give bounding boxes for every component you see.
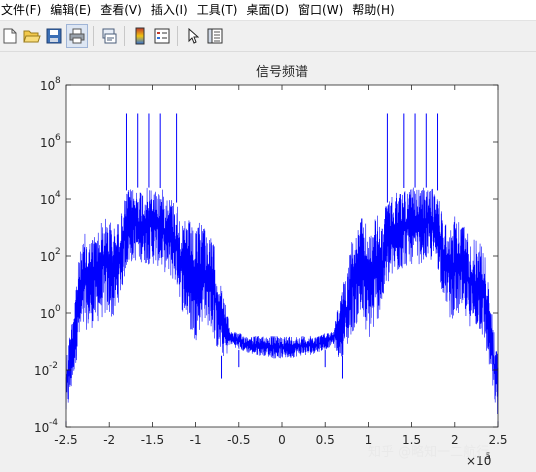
x-tick-label: -2.5 [54, 433, 77, 447]
y-tick-label-base: 10 [40, 136, 55, 150]
y-tick-label-base: 10 [40, 193, 55, 207]
y-tick-label-base: 10 [40, 250, 55, 264]
y-tick-label-base: 10 [40, 79, 55, 93]
figure-toolbar [0, 21, 536, 52]
y-tick-label-base: 10 [34, 421, 49, 435]
menu-view[interactable]: 查看(V) [99, 0, 150, 20]
menu-file[interactable]: 文件(F) [0, 0, 49, 20]
toolbar-separator [93, 26, 94, 46]
open-file-icon[interactable] [22, 25, 42, 47]
toolbar-separator [124, 26, 125, 46]
insert-legend-icon[interactable] [152, 25, 172, 47]
menu-insert[interactable]: 插入(I) [150, 0, 196, 20]
y-tick-label-power: -2 [49, 361, 58, 371]
toolbar-separator [177, 26, 178, 46]
x-tick-label: -2 [103, 433, 115, 447]
menu-window[interactable]: 窗口(W) [297, 0, 351, 20]
y-tick-label-power: 8 [55, 76, 61, 86]
save-icon[interactable] [44, 25, 64, 47]
plot-area [66, 85, 498, 427]
y-tick-label-power: 0 [55, 304, 61, 314]
menu-tools[interactable]: 工具(T) [196, 0, 246, 20]
menu-desktop[interactable]: 桌面(D) [245, 0, 297, 20]
y-tick-label-base: 10 [34, 364, 49, 378]
menu-edit[interactable]: 编辑(E) [49, 0, 99, 20]
x-tick-label: -1 [190, 433, 202, 447]
x-tick-label: 0.5 [316, 433, 335, 447]
chart-title: 信号频谱 [256, 65, 308, 80]
property-inspector-icon[interactable] [205, 25, 225, 47]
y-tick-label-power: -4 [49, 418, 58, 428]
menu-bar: 文件(F) 编辑(E) 查看(V) 插入(I) 工具(T) 桌面(D) 窗口(W… [0, 0, 536, 21]
y-tick-label-power: 6 [55, 133, 61, 143]
x-tick-label: 0 [278, 433, 286, 447]
x-tick-label: 2.5 [488, 433, 507, 447]
link-figure-icon[interactable] [99, 25, 119, 47]
menu-help[interactable]: 帮助(H) [351, 0, 402, 20]
y-tick-label-power: 4 [55, 190, 61, 200]
x-tick-label: -0.5 [227, 433, 250, 447]
figure-canvas: 信号频谱 -2.5 -2 -1.5 -1 -0.5 0 0.5 1 1.5 2 2.510 810 61… [34, 65, 508, 468]
print-icon[interactable] [66, 24, 88, 48]
new-figure-icon[interactable] [0, 25, 20, 47]
insert-colorbar-icon[interactable] [130, 25, 150, 47]
y-tick-label-power: 2 [55, 247, 61, 257]
x-tick-label: -1.5 [141, 433, 164, 447]
y-tick-label-base: 10 [40, 307, 55, 321]
edit-plot-arrow-icon[interactable] [183, 25, 203, 47]
watermark: 知乎 @略知一二航行 [368, 445, 490, 460]
